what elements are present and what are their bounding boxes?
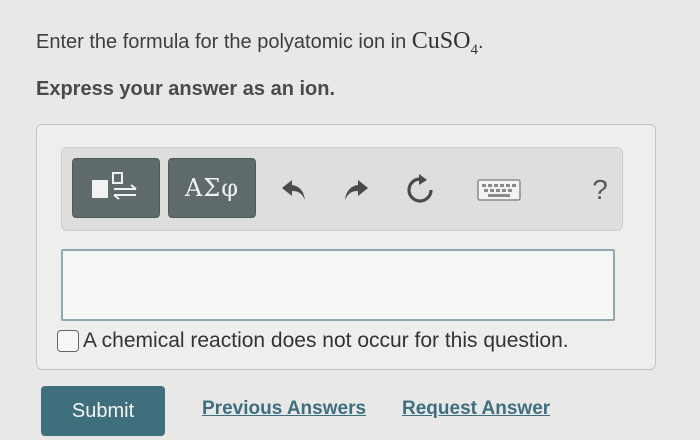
templates-button[interactable] — [72, 158, 160, 218]
redo-icon — [345, 180, 368, 200]
templates-icon — [92, 172, 137, 200]
math-toolbar: ΑΣφ ? — [61, 147, 623, 231]
question-prompt: Enter the formula for the polyatomic ion… — [36, 28, 484, 59]
no-reaction-label: A chemical reaction does not occur for t… — [83, 329, 569, 352]
request-answer-link[interactable]: Request Answer — [402, 398, 550, 420]
answer-panel: ΑΣφ ? A chemical reaction does not occur… — [36, 124, 656, 370]
answer-instruction: Express your answer as an ion. — [36, 78, 336, 100]
reset-icon — [407, 174, 433, 203]
symbols-button[interactable]: ΑΣφ — [168, 158, 256, 218]
redo-button[interactable] — [338, 172, 374, 208]
answer-input[interactable] — [61, 249, 615, 321]
keyboard-icon — [477, 179, 521, 201]
no-reaction-option[interactable]: A chemical reaction does not occur for t… — [57, 329, 569, 353]
formula-main: CuSO — [411, 28, 471, 54]
previous-answers-link[interactable]: Previous Answers — [202, 398, 366, 420]
keyboard-button[interactable] — [474, 172, 524, 208]
formula-subscript: 4 — [470, 41, 478, 58]
submit-button[interactable]: Submit — [41, 386, 165, 436]
reset-button[interactable] — [402, 172, 438, 208]
undo-button[interactable] — [276, 172, 312, 208]
question-prompt-text: Enter the formula for the polyatomic ion… — [36, 31, 407, 53]
undo-icon — [282, 180, 305, 200]
no-reaction-checkbox[interactable] — [57, 330, 79, 352]
question-prompt-period: . — [477, 31, 484, 53]
help-button[interactable]: ? — [588, 172, 612, 208]
chemical-formula: CuSO4 — [411, 28, 478, 58]
